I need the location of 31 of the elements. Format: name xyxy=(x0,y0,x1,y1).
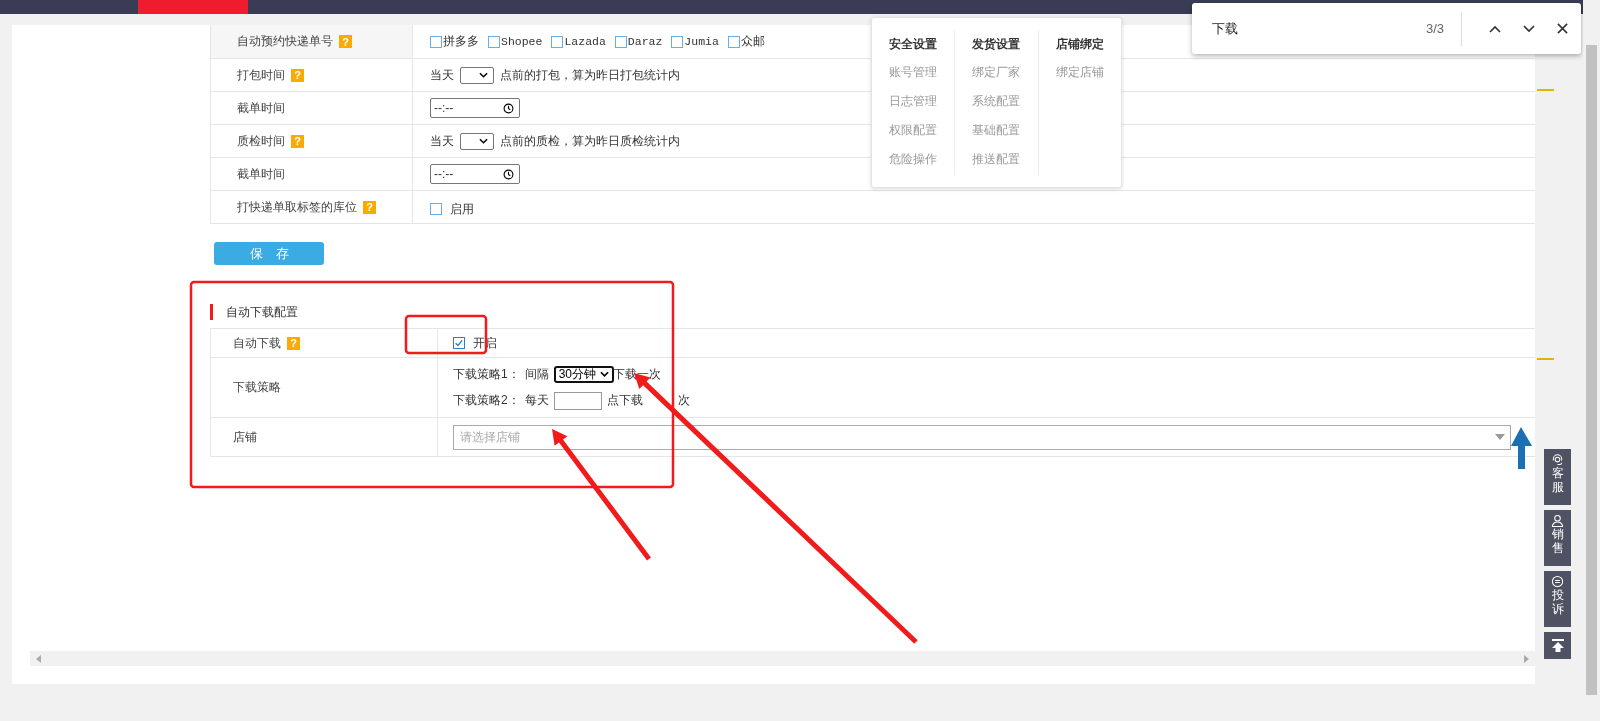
menu-heading: 发货设置 xyxy=(972,37,1021,52)
field-text: 次 xyxy=(677,392,690,409)
field-label: 质检时间 xyxy=(237,132,285,150)
field-label: 自动预约快递单号 xyxy=(237,33,333,50)
checkbox-label: 拼多多 xyxy=(443,34,479,49)
match-count: 3/3 xyxy=(1426,21,1446,36)
field-text: 点前的质检，算为昨日质检统计内 xyxy=(500,132,680,150)
checkbox-label: 众邮 xyxy=(740,34,765,49)
field-text: 间隔 xyxy=(524,365,549,383)
checkbox-label: Shopee xyxy=(501,35,543,48)
section-title: 自动下载配置 xyxy=(226,303,298,321)
field-label: 截单时间 xyxy=(237,165,285,183)
checkbox-label: 启用 xyxy=(450,200,474,218)
field-text: 点前的打包，算为昨日打包统计内 xyxy=(500,66,680,84)
field-label: 截单时间 xyxy=(237,99,285,117)
menu-heading: 安全设置 xyxy=(889,36,938,52)
checkbox-label: Lazada xyxy=(564,35,606,48)
field-label: 店铺 xyxy=(233,428,257,446)
field-text: 点下载 xyxy=(606,392,643,409)
field-text: 每天 xyxy=(524,392,549,409)
field-label: 下载策略 xyxy=(233,379,281,396)
checkbox-label: Daraz xyxy=(627,35,663,48)
field-label: 打快递单取标签的库位 xyxy=(237,198,357,216)
field-text: 下载策略1： xyxy=(453,365,520,383)
field-label: 自动下载 xyxy=(233,334,281,352)
field-text: 当天 xyxy=(430,132,454,150)
checkbox-label: Jumia xyxy=(684,35,719,48)
field-text: 当天 xyxy=(430,66,454,84)
field-label: 打包时间 xyxy=(237,66,285,84)
menu-heading: 店铺绑定 xyxy=(1055,36,1104,52)
field-text: 下载策略2： xyxy=(453,392,520,409)
